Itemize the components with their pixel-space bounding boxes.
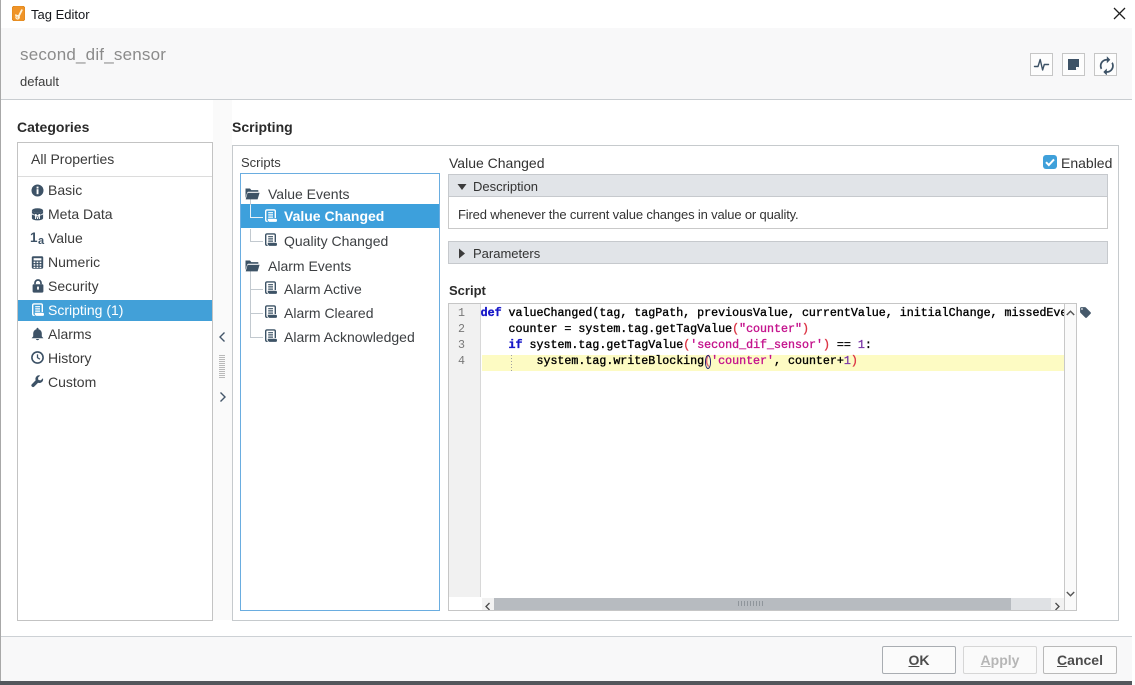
svg-text:M: M xyxy=(35,214,41,221)
